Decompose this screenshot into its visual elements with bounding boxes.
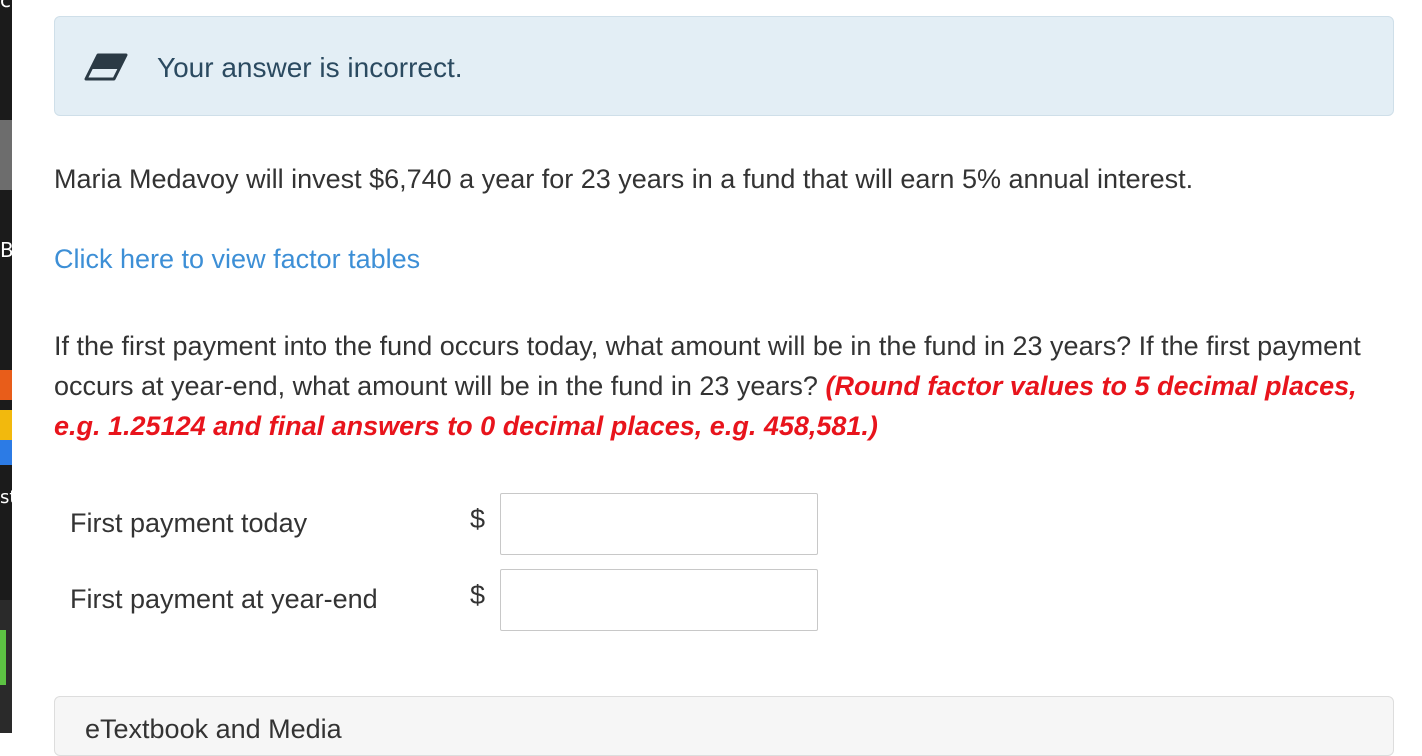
feedback-message: Your answer is incorrect. [157, 52, 463, 83]
strip-text-mid: B [0, 238, 14, 262]
problem-statement: Maria Medavoy will invest $6,740 a year … [54, 164, 1194, 194]
strip-text-lower: st [0, 487, 17, 508]
strip-icon-blue [0, 440, 12, 465]
answer-input-year-end[interactable] [500, 569, 818, 631]
left-window-strip: c B st [0, 0, 16, 733]
answer-label-year-end: First payment at year-end [70, 584, 378, 614]
currency-symbol-year-end: $ [470, 580, 486, 610]
answer-input-today[interactable] [500, 493, 818, 555]
strip-icon-green [0, 630, 6, 685]
answer-label-today: First payment today [70, 508, 308, 538]
currency-symbol-today: $ [470, 504, 486, 534]
factor-tables-link[interactable]: Click here to view factor tables [54, 244, 420, 275]
strip-icon-orange [0, 370, 12, 400]
etextbook-media-panel[interactable]: eTextbook and Media [54, 696, 1394, 756]
strip-icon-yellow [0, 410, 12, 440]
etextbook-media-title: eTextbook and Media [85, 714, 342, 744]
eraser-icon [84, 53, 128, 81]
strip-text-top: c [0, 0, 11, 12]
question-text: If the first payment into the fund occur… [54, 326, 1384, 446]
strip-icon-gray [0, 120, 12, 190]
